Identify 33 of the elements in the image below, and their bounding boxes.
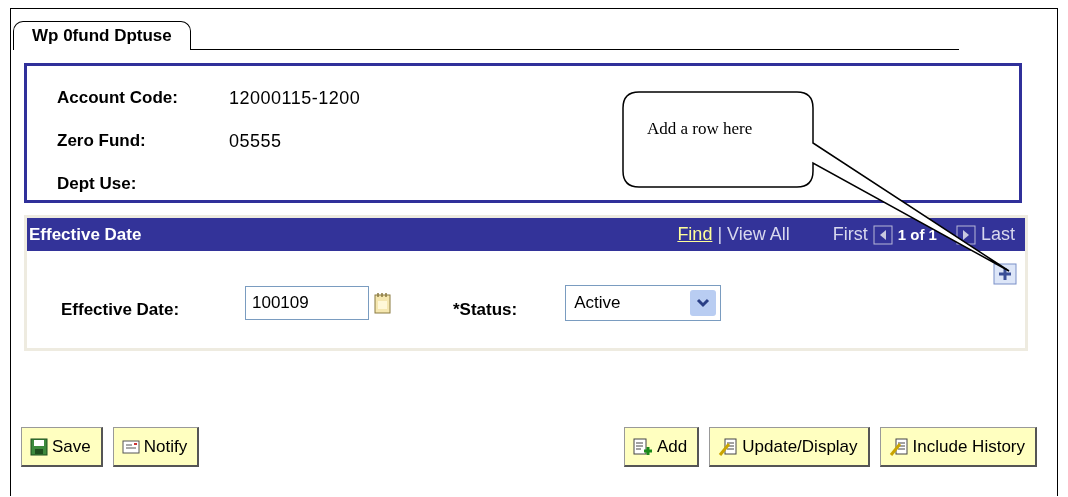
last-label: Last	[980, 224, 1015, 245]
grid-title: Effective Date	[29, 224, 142, 245]
field-value: 05555	[229, 131, 282, 153]
separator: |	[717, 224, 723, 245]
toolbar-button[interactable]: Notify	[112, 427, 200, 467]
note-icon	[121, 437, 140, 456]
dropdown-icon	[690, 290, 717, 316]
next-icon[interactable]	[955, 224, 976, 245]
row-count: 1 of 1	[897, 226, 937, 243]
pencil-document-icon	[718, 437, 739, 456]
add-row-icon[interactable]	[993, 263, 1017, 285]
page-tab[interactable]: Wp 0fund Dptuse	[13, 21, 191, 50]
date-label: Effective Date:	[61, 300, 181, 320]
status-label: *Status:	[453, 300, 518, 320]
pencil-document-icon	[888, 437, 909, 456]
field-value: 12000115-1200	[229, 88, 361, 110]
floppy-icon	[30, 437, 48, 456]
field-label: Dept Use:	[57, 174, 138, 195]
field-label: Zero Fund:	[57, 131, 147, 152]
first-label: First	[832, 224, 868, 245]
callout-text: Add a row here	[647, 119, 753, 139]
toolbar-button[interactable]: Add	[624, 427, 700, 467]
toolbar-button[interactable]: Save	[21, 427, 103, 467]
previous-icon[interactable]	[872, 224, 893, 245]
toolbar-button[interactable]: Include History	[879, 427, 1037, 467]
date-field[interactable]: 100109	[245, 286, 369, 320]
toolbar-button[interactable]: Update/Display	[709, 427, 870, 467]
add-document-icon	[633, 437, 654, 456]
status-dropdown[interactable]: Active	[565, 285, 722, 321]
view-all-link[interactable]: View All	[727, 224, 790, 245]
calendar-icon[interactable]	[373, 291, 393, 315]
field-label: Account Code:	[57, 88, 179, 109]
find-link[interactable]: Find	[677, 224, 713, 245]
